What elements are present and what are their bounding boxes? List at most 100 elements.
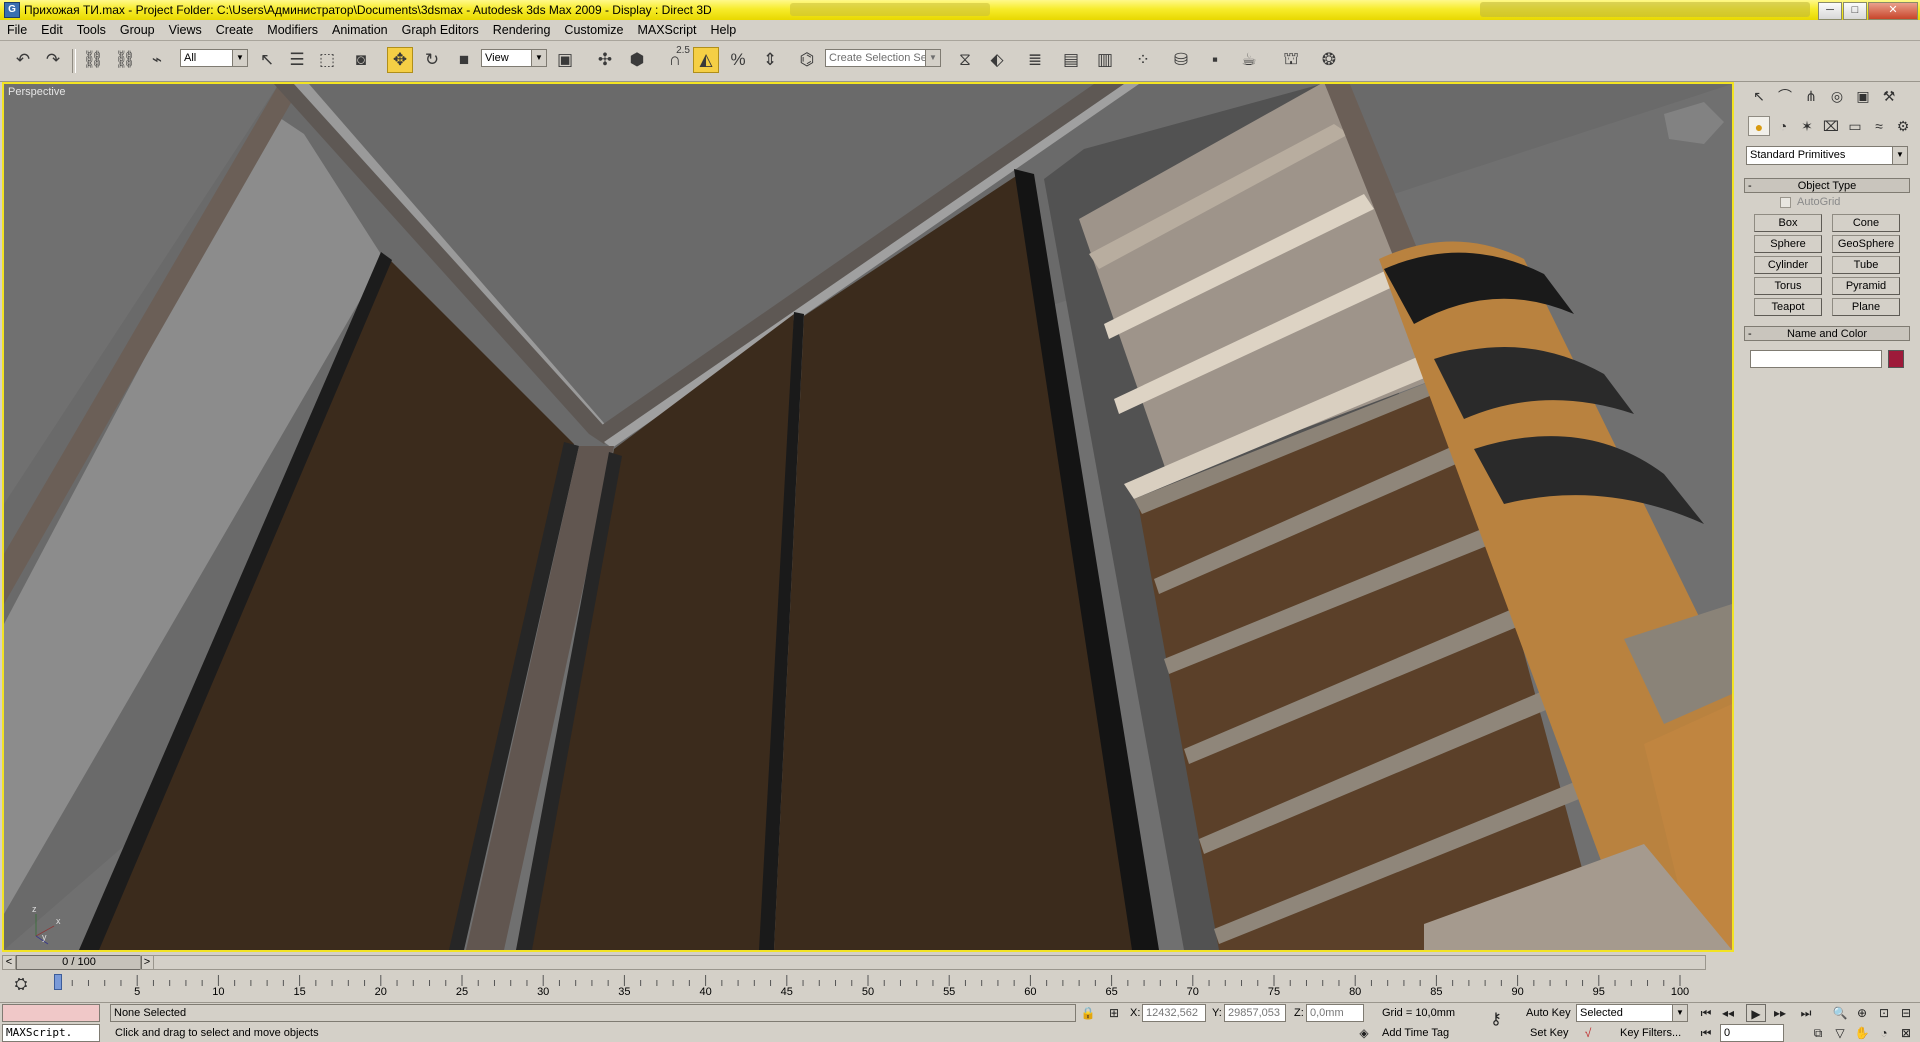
select-and-manipulate-icon[interactable]: ✣ xyxy=(592,47,618,73)
pan-view-icon[interactable]: ✋ xyxy=(1852,1024,1872,1042)
cylinder-button[interactable]: Cylinder xyxy=(1754,256,1822,274)
bind-space-warp-icon[interactable]: ⌁ xyxy=(144,47,170,73)
sphere-button[interactable]: Sphere xyxy=(1754,235,1822,253)
use-pivot-center-icon[interactable]: ▣ xyxy=(552,47,578,73)
box-button[interactable]: Box xyxy=(1754,214,1822,232)
zoom-all-icon[interactable]: ⊕ xyxy=(1852,1004,1872,1022)
layer-manager-icon[interactable]: ≣ xyxy=(1022,47,1048,73)
time-configuration-icon[interactable]: ⧉ xyxy=(1808,1024,1828,1042)
auto-key-button[interactable]: Auto Key xyxy=(1526,1005,1571,1021)
teapot-button[interactable]: Teapot xyxy=(1754,298,1822,316)
time-slider-track[interactable] xyxy=(16,955,1706,970)
name-and-color-rollout[interactable]: - Name and Color xyxy=(1744,326,1910,341)
utilities-panel-icon[interactable]: ⚒ xyxy=(1878,86,1900,106)
activeshade-icon[interactable]: ⛫ xyxy=(1278,47,1304,73)
undo-icon[interactable]: ↶ xyxy=(10,47,36,73)
geometry-icon[interactable]: ● xyxy=(1748,116,1770,136)
tube-button[interactable]: Tube xyxy=(1832,256,1900,274)
menu-create[interactable]: Create xyxy=(209,20,261,40)
current-frame-marker[interactable] xyxy=(54,974,62,990)
selection-filter-dropdown[interactable]: All ▼ xyxy=(180,49,248,67)
maximize-button[interactable]: □ xyxy=(1843,2,1867,20)
schematic-view-icon[interactable]: ▥ xyxy=(1092,47,1118,73)
maxscript-mini-listener[interactable]: MAXScript. xyxy=(2,1024,100,1042)
menu-edit[interactable]: Edit xyxy=(34,20,70,40)
time-slider[interactable]: < 0 / 100 > xyxy=(2,954,1734,972)
key-filters-button[interactable]: Key Filters... xyxy=(1620,1025,1681,1041)
menu-rendering[interactable]: Rendering xyxy=(486,20,558,40)
shapes-icon[interactable]: ◔ xyxy=(1772,116,1794,136)
quick-render-icon[interactable]: ☕ xyxy=(1236,47,1262,73)
rectangular-selection-icon[interactable]: ⬚ xyxy=(314,47,340,73)
maxscript-listener-pink[interactable] xyxy=(2,1004,100,1022)
absolute-mode-icon[interactable]: ⊞ xyxy=(1104,1004,1124,1022)
set-key-button[interactable]: Set Key xyxy=(1530,1025,1569,1041)
modify-panel-icon[interactable]: ⌒ xyxy=(1774,86,1796,106)
display-panel-icon[interactable]: ▣ xyxy=(1852,86,1874,106)
spinner-snap-icon[interactable]: ⇕ xyxy=(757,47,783,73)
maximize-viewport-icon[interactable]: ⊠ xyxy=(1896,1024,1916,1042)
motion-panel-icon[interactable]: ◎ xyxy=(1826,86,1848,106)
render-setup-icon[interactable]: ⛁ xyxy=(1168,47,1194,73)
object-name-input[interactable] xyxy=(1750,350,1882,368)
particle-view-icon[interactable]: ❂ xyxy=(1316,47,1342,73)
reference-coordinate-dropdown[interactable]: View ▼ xyxy=(481,49,547,67)
torus-button[interactable]: Torus xyxy=(1754,277,1822,295)
orbit-icon[interactable]: ◔ xyxy=(1874,1024,1894,1042)
time-slider-prev[interactable]: < xyxy=(2,955,16,970)
object-type-rollout[interactable]: - Object Type xyxy=(1744,178,1910,193)
select-by-name-icon[interactable]: ☰ xyxy=(284,47,310,73)
create-panel-icon[interactable]: ↖ xyxy=(1748,86,1770,106)
select-and-rotate-icon[interactable]: ↻ xyxy=(419,47,445,73)
select-and-link-icon[interactable]: ⛓ xyxy=(80,47,106,73)
percent-snap-icon[interactable]: % xyxy=(725,47,751,73)
systems-icon[interactable]: ⚙ xyxy=(1892,116,1914,136)
rendered-frame-window-icon[interactable]: ▪ xyxy=(1202,47,1228,73)
goto-end-icon[interactable]: ⏭ xyxy=(1796,1004,1816,1022)
z-coordinate-input[interactable]: 0,0mm xyxy=(1306,1004,1364,1022)
mini-curve-editor-icon[interactable]: ⛭ xyxy=(8,976,34,998)
track-bar[interactable]: ⛭ 5 10 15 20 25 30 35 40 45 50 55 60 65 70 75 80 85 90 95 1… xyxy=(0,972,1738,1002)
add-time-tag-icon[interactable]: ◈ xyxy=(1354,1024,1374,1042)
field-of-view-icon[interactable]: ▽ xyxy=(1830,1024,1850,1042)
object-color-swatch[interactable] xyxy=(1888,350,1904,368)
menu-graph-editors[interactable]: Graph Editors xyxy=(395,20,486,40)
cone-button[interactable]: Cone xyxy=(1832,214,1900,232)
geosphere-button[interactable]: GeoSphere xyxy=(1832,235,1900,253)
pyramid-button[interactable]: Pyramid xyxy=(1832,277,1900,295)
menu-modifiers[interactable]: Modifiers xyxy=(260,20,325,40)
curve-editor-icon[interactable]: ▤ xyxy=(1058,47,1084,73)
x-coordinate-input[interactable]: 12432,562 xyxy=(1142,1004,1206,1022)
close-button[interactable]: ✕ xyxy=(1868,2,1918,20)
viewport-label[interactable]: Perspective xyxy=(8,86,65,98)
3dsmax-logo-icon[interactable]: G xyxy=(4,2,20,18)
align-icon[interactable]: ⬖ xyxy=(984,47,1010,73)
set-key-icon[interactable]: √ xyxy=(1578,1024,1598,1042)
menu-help[interactable]: Help xyxy=(704,20,744,40)
object-category-dropdown[interactable]: Standard Primitives ▼ xyxy=(1746,146,1908,165)
minimize-button[interactable]: ─ xyxy=(1818,2,1842,20)
cameras-icon[interactable]: ⌧ xyxy=(1820,116,1842,136)
key-mode-toggle-icon[interactable]: ⏮ xyxy=(1696,1024,1716,1042)
material-editor-icon[interactable]: ⁘ xyxy=(1130,47,1156,73)
helpers-icon[interactable]: ▭ xyxy=(1844,116,1866,136)
current-frame-input[interactable]: 0 xyxy=(1720,1024,1784,1042)
lock-selection-icon[interactable]: 🔒 xyxy=(1078,1004,1098,1022)
next-frame-icon[interactable]: ▸▸ xyxy=(1770,1004,1790,1022)
menu-group[interactable]: Group xyxy=(113,20,162,40)
time-slider-next[interactable]: > xyxy=(140,955,154,970)
named-selection-sets-dropdown[interactable]: Create Selection Set ▼ xyxy=(825,49,941,67)
key-mode-dropdown[interactable]: Selected ▼ xyxy=(1576,1004,1688,1022)
menu-animation[interactable]: Animation xyxy=(325,20,395,40)
keyboard-shortcut-override-icon[interactable]: ⬢ xyxy=(624,47,650,73)
prev-frame-icon[interactable]: ◂◂ xyxy=(1718,1004,1738,1022)
lights-icon[interactable]: ✶ xyxy=(1796,116,1818,136)
unlink-icon[interactable]: ⛓ xyxy=(112,47,138,73)
time-slider-thumb[interactable]: 0 / 100 xyxy=(16,955,142,970)
add-time-tag[interactable]: Add Time Tag xyxy=(1382,1025,1449,1041)
zoom-extents-all-icon[interactable]: ⊟ xyxy=(1896,1004,1916,1022)
y-coordinate-input[interactable]: 29857,053 xyxy=(1224,1004,1286,1022)
menu-tools[interactable]: Tools xyxy=(70,20,113,40)
play-icon[interactable]: ▶ xyxy=(1746,1004,1766,1022)
key-icon[interactable]: ⚷ xyxy=(1486,1011,1506,1029)
